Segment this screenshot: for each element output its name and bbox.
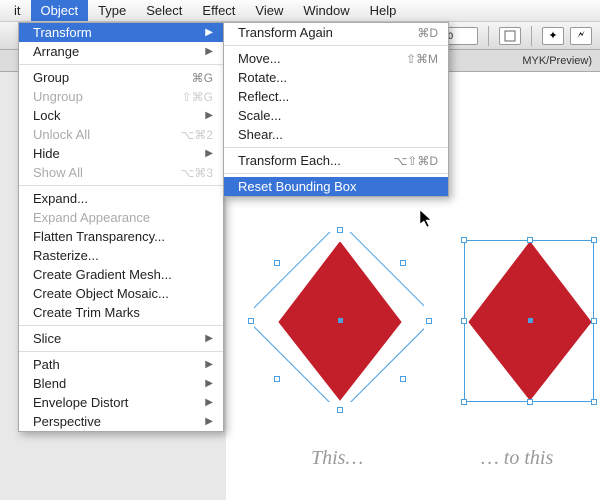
doc-mode-label: MYK/Preview): [522, 55, 592, 67]
menu-separator: [19, 325, 223, 326]
chevron-right-icon: ▶: [205, 378, 213, 389]
menu-separator: [19, 351, 223, 352]
menu-item-label: Transform Again: [238, 25, 333, 40]
object-menu-item: Show All ⌥⌘3: [19, 163, 223, 182]
menu-item-label: Hide: [33, 146, 60, 161]
object-menu-item[interactable]: Group ⌘G: [19, 68, 223, 87]
menu-item-label: Create Object Mosaic...: [33, 286, 169, 301]
menu-item-label: Move...: [238, 51, 281, 66]
menubar-item-window[interactable]: Window: [293, 0, 359, 21]
divider: [531, 26, 532, 46]
object-menu-item[interactable]: Lock ▶: [19, 106, 223, 125]
object-menu-item[interactable]: Blend ▶: [19, 374, 223, 393]
transform-submenu-item[interactable]: Reset Bounding Box: [224, 177, 448, 196]
menu-item-label: Perspective: [33, 414, 101, 429]
menu-shortcut: ⌘G: [192, 71, 213, 85]
transform-submenu-item[interactable]: Transform Each... ⌥⇧⌘D: [224, 151, 448, 170]
menu-item-label: Reflect...: [238, 89, 289, 104]
object-menu-item: Unlock All ⌥⌘2: [19, 125, 223, 144]
object-menu-item[interactable]: Transform ▶: [19, 23, 223, 42]
tool-button-1[interactable]: [499, 27, 521, 45]
transform-submenu-item[interactable]: Reflect...: [224, 87, 448, 106]
menu-item-label: Lock: [33, 108, 60, 123]
object-menu-item: Ungroup ⇧⌘G: [19, 87, 223, 106]
object-menu-item[interactable]: Slice ▶: [19, 329, 223, 348]
menu-shortcut: ⌘D: [417, 26, 438, 40]
menubar-item-object[interactable]: Object: [31, 0, 89, 21]
menubar-item-help[interactable]: Help: [360, 0, 407, 21]
transform-submenu: Transform Again ⌘D Move... ⇧⌘M Rotate... Refl…: [223, 22, 449, 197]
menu-item-label: Expand Appearance: [33, 210, 150, 225]
menu-separator: [19, 185, 223, 186]
object-menu-item[interactable]: Rasterize...: [19, 246, 223, 265]
menu-item-label: Ungroup: [33, 89, 83, 104]
chevron-right-icon: ▶: [205, 333, 213, 344]
menu-item-label: Group: [33, 70, 69, 85]
menu-separator: [224, 45, 448, 46]
chevron-right-icon: ▶: [205, 397, 213, 408]
transform-submenu-item[interactable]: Move... ⇧⌘M: [224, 49, 448, 68]
object-menu-item[interactable]: Perspective ▶: [19, 412, 223, 431]
transform-submenu-item[interactable]: Shear...: [224, 125, 448, 144]
menu-shortcut: ⌥⇧⌘D: [393, 154, 438, 168]
menubar-item-view[interactable]: View: [245, 0, 293, 21]
menu-item-label: Envelope Distort: [33, 395, 128, 410]
menu-item-label: Transform: [33, 25, 92, 40]
menu-item-label: Reset Bounding Box: [238, 179, 357, 194]
menubar: itObjectTypeSelectEffectViewWindowHelp: [0, 0, 600, 22]
object-menu-item[interactable]: Flatten Transparency...: [19, 227, 223, 246]
menubar-item-select[interactable]: Select: [136, 0, 192, 21]
menu-item-label: Create Trim Marks: [33, 305, 140, 320]
menu-item-label: Unlock All: [33, 127, 90, 142]
menu-separator: [224, 173, 448, 174]
menu-item-label: Show All: [33, 165, 83, 180]
menubar-item-type[interactable]: Type: [88, 0, 136, 21]
chevron-right-icon: ▶: [205, 359, 213, 370]
caption-left: This…: [311, 447, 363, 470]
object-menu-item[interactable]: Path ▶: [19, 355, 223, 374]
object-menu-item[interactable]: Envelope Distort ▶: [19, 393, 223, 412]
menu-item-label: Transform Each...: [238, 153, 341, 168]
menu-item-label: Flatten Transparency...: [33, 229, 165, 244]
chevron-right-icon: ▶: [205, 27, 213, 38]
menu-separator: [19, 64, 223, 65]
menu-item-label: Rasterize...: [33, 248, 99, 263]
menu-item-label: Scale...: [238, 108, 281, 123]
tool-button-wand[interactable]: ✦: [542, 27, 564, 45]
menu-shortcut: ⇧⌘M: [406, 52, 438, 66]
menu-item-label: Path: [33, 357, 60, 372]
cursor-icon: [420, 210, 434, 228]
chevron-right-icon: ▶: [205, 46, 213, 57]
menu-shortcut: ⌥⌘3: [180, 166, 213, 180]
transform-submenu-item[interactable]: Rotate...: [224, 68, 448, 87]
menubar-item-it[interactable]: it: [4, 0, 31, 21]
object-menu-item[interactable]: Create Trim Marks: [19, 303, 223, 322]
menubar-item-effect[interactable]: Effect: [192, 0, 245, 21]
chevron-right-icon: ▶: [205, 110, 213, 121]
menu-item-label: Shear...: [238, 127, 283, 142]
menu-item-label: Arrange: [33, 44, 79, 59]
menu-item-label: Rotate...: [238, 70, 287, 85]
menu-shortcut: ⇧⌘G: [182, 90, 213, 104]
menu-shortcut: ⌥⌘2: [180, 128, 213, 142]
object-menu: Transform ▶ Arrange ▶ Group ⌘G Ungroup ⇧⌘G Lock ▶…: [18, 22, 224, 432]
object-menu-item[interactable]: Expand...: [19, 189, 223, 208]
menu-item-label: Blend: [33, 376, 66, 391]
object-menu-item[interactable]: Hide ▶: [19, 144, 223, 163]
transform-submenu-item[interactable]: Scale...: [224, 106, 448, 125]
menu-item-label: Expand...: [33, 191, 88, 206]
object-menu-item[interactable]: Arrange ▶: [19, 42, 223, 61]
object-menu-item[interactable]: Create Object Mosaic...: [19, 284, 223, 303]
menu-separator: [224, 147, 448, 148]
menu-item-label: Slice: [33, 331, 61, 346]
object-menu-item[interactable]: Create Gradient Mesh...: [19, 265, 223, 284]
transform-submenu-item[interactable]: Transform Again ⌘D: [224, 23, 448, 42]
chevron-right-icon: ▶: [205, 148, 213, 159]
object-menu-item: Expand Appearance: [19, 208, 223, 227]
chevron-right-icon: ▶: [205, 416, 213, 427]
menu-item-label: Create Gradient Mesh...: [33, 267, 172, 282]
divider: [488, 26, 489, 46]
caption-right: … to this: [481, 447, 553, 470]
tool-button-check[interactable]: 🗲: [570, 27, 592, 45]
